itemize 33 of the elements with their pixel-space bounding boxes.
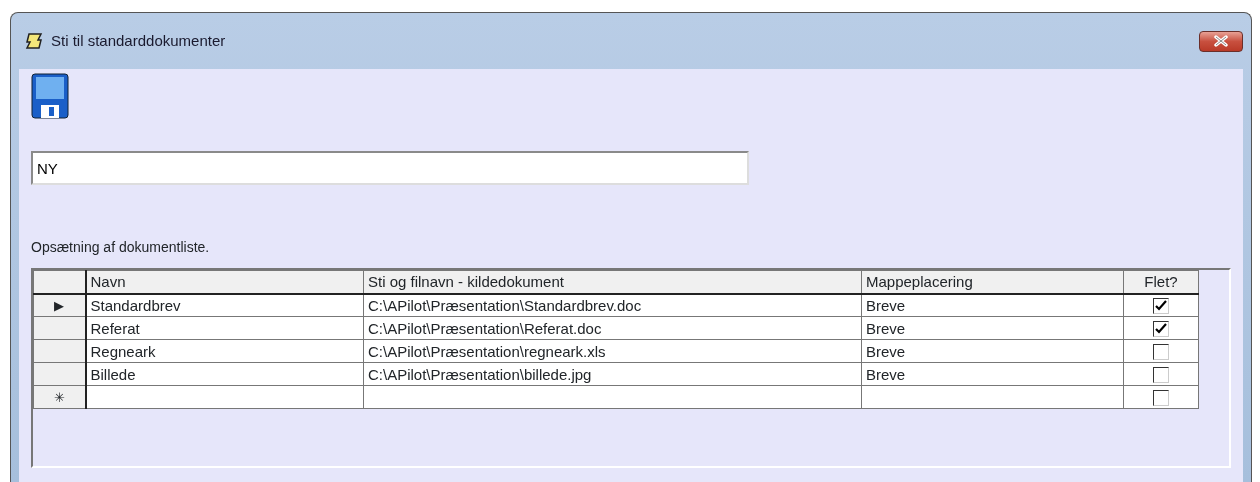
row-marker[interactable]: ✳ [33,385,86,409]
table-cell: C:\APilot\Præsentation\Referat.doc [363,316,862,340]
column-header[interactable]: Sti og filnavn - kildedokument [363,270,862,294]
scroll-icon [25,33,43,49]
checkbox[interactable] [1153,320,1169,337]
column-header[interactable]: Flet? [1123,270,1199,294]
close-icon [1213,35,1229,47]
table-cell: Breve [861,362,1124,386]
checkbox[interactable] [1153,389,1169,406]
close-button[interactable] [1199,30,1243,52]
name-field[interactable]: NY [31,151,749,185]
table-cell: Regneark [85,339,364,363]
table-cell: Breve [861,316,1124,340]
table-cell: Referat [85,316,364,340]
table-cell: Standardbrev [85,293,364,317]
column-header[interactable]: Navn [85,270,364,294]
save-button[interactable] [31,73,69,119]
row-marker[interactable]: ▶ [33,293,86,317]
table-cell: C:\APilot\Præsentation\regneark.xls [363,339,862,363]
window-title: Sti til standarddokumenter [51,30,226,51]
checkbox[interactable] [1153,297,1169,314]
table-cell: Billede [85,362,364,386]
table-cell: C:\APilot\Præsentation\billede.jpg [363,362,862,386]
row-selector[interactable] [33,362,86,386]
column-header[interactable]: Mappeplacering [861,270,1124,294]
row-selector[interactable] [33,339,86,363]
table-cell: C:\APilot\Præsentation\Standardbrev.doc [363,293,862,317]
list-label: Opsætning af dokumentliste. [31,238,211,257]
checkbox[interactable] [1153,343,1169,360]
checkbox[interactable] [1153,366,1169,383]
row-selector[interactable] [33,316,86,340]
table-cell: Breve [861,293,1124,317]
table-cell: Breve [861,339,1124,363]
